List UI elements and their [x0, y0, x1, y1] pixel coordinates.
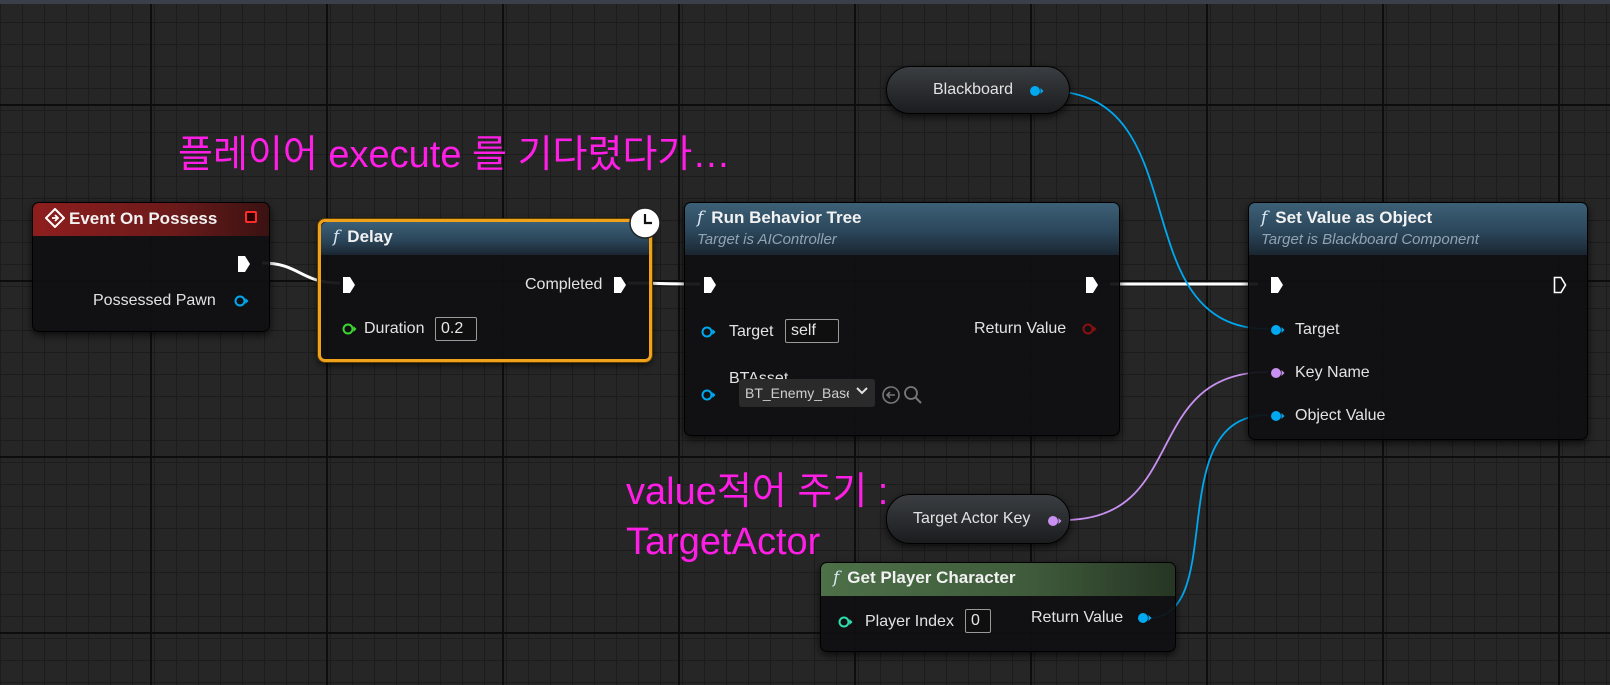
blackboard-variable-node[interactable]: Blackboard [886, 66, 1070, 114]
set-value-as-object-subtitle: Target is Blackboard Component [1261, 231, 1479, 248]
setvalue-target-label: Target [1295, 321, 1340, 338]
duration-input[interactable]: 0.2 [435, 317, 477, 341]
use-selected-asset-icon[interactable] [881, 385, 901, 405]
function-f-icon: f [333, 227, 340, 247]
delay-header[interactable]: f Delay [321, 222, 649, 255]
duration-pin[interactable] [342, 323, 357, 335]
event-on-possess-node[interactable]: Event On Possess Possessed Pawn [32, 202, 270, 332]
gpc-return-value-pin[interactable] [1137, 612, 1152, 624]
run-behavior-tree-title: Run Behavior Tree [711, 208, 862, 227]
gpc-return-value-label: Return Value [1031, 609, 1124, 626]
function-f-icon: f [833, 568, 840, 588]
target-actor-key-label: Target Actor Key [913, 510, 1031, 527]
runbt-return-value-pin[interactable] [1082, 323, 1097, 335]
run-behavior-tree-node[interactable]: f Run Behavior Tree Target is AIControlle… [684, 202, 1120, 436]
chevron-down-icon [856, 387, 868, 395]
delay-title: Delay [347, 227, 393, 246]
object-value-label: Object Value [1295, 407, 1386, 424]
set-value-as-object-header[interactable]: f Set Value as Object Target is Blackboar… [1249, 203, 1587, 255]
player-index-input[interactable]: 0 [965, 609, 991, 633]
btasset-pin[interactable] [701, 389, 716, 401]
player-index-pin[interactable] [838, 616, 853, 628]
function-f-icon: f [697, 208, 704, 228]
value-annotation-line1: value적어 주기 : [626, 471, 889, 513]
target-actor-key-out-pin[interactable] [1047, 515, 1062, 527]
player-index-label: Player Index [865, 613, 954, 630]
delay-node[interactable]: f Delay Completed Duration 0.2 [318, 219, 652, 362]
key-name-label: Key Name [1295, 364, 1370, 381]
browse-search-icon[interactable] [903, 385, 923, 405]
get-player-character-header[interactable]: f Get Player Character [821, 563, 1175, 596]
event-on-possess-title: Event On Possess [69, 209, 218, 228]
set-value-as-object-node[interactable]: f Set Value as Object Target is Blackboar… [1248, 202, 1588, 440]
runbt-exec-in-pin[interactable] [703, 276, 717, 294]
wait-annotation: 플레이어 execute 를 기다렸다가… [178, 134, 731, 176]
delay-completed-label: Completed [525, 276, 603, 293]
btasset-dropdown[interactable]: BT_Enemy_Base [739, 379, 875, 407]
runbt-target-input[interactable]: self [785, 319, 839, 343]
event-diamond-icon [44, 207, 66, 229]
runbt-target-pin[interactable] [701, 326, 716, 338]
run-behavior-tree-subtitle: Target is AIController [697, 231, 837, 248]
runbt-target-label: Target [729, 323, 774, 340]
event-on-possess-header[interactable]: Event On Possess [33, 203, 269, 236]
setvalue-target-pin[interactable] [1270, 324, 1285, 336]
clock-icon [629, 207, 661, 239]
delay-completed-exec-pin[interactable] [613, 276, 627, 294]
event-delegate-pin-icon[interactable] [245, 211, 257, 223]
run-behavior-tree-header[interactable]: f Run Behavior Tree Target is AIControlle… [685, 203, 1119, 255]
get-player-character-node[interactable]: f Get Player Character Player Index 0 Ret… [820, 562, 1176, 652]
value-annotation-line2: TargetActor [626, 521, 821, 563]
runbt-exec-out-pin[interactable] [1085, 276, 1099, 294]
key-name-pin[interactable] [1270, 367, 1285, 379]
setvalue-exec-out-pin[interactable] [1553, 276, 1567, 294]
target-actor-key-variable-node[interactable]: Target Actor Key [886, 494, 1070, 544]
possessed-pawn-pin[interactable] [234, 295, 249, 307]
btasset-value: BT_Enemy_Base [745, 385, 849, 401]
setvalue-exec-in-pin[interactable] [1270, 276, 1284, 294]
possessed-pawn-label: Possessed Pawn [93, 292, 216, 309]
blackboard-label: Blackboard [933, 81, 1014, 98]
get-player-character-title: Get Player Character [847, 568, 1016, 587]
blackboard-out-pin[interactable] [1029, 85, 1044, 97]
event-exec-out-pin[interactable] [237, 255, 251, 273]
delay-exec-in-pin[interactable] [342, 276, 356, 294]
duration-label: Duration [364, 320, 425, 337]
function-f-icon: f [1261, 208, 1268, 228]
runbt-return-value-label: Return Value [974, 320, 1067, 337]
object-value-pin[interactable] [1270, 410, 1285, 422]
set-value-as-object-title: Set Value as Object [1275, 208, 1433, 227]
